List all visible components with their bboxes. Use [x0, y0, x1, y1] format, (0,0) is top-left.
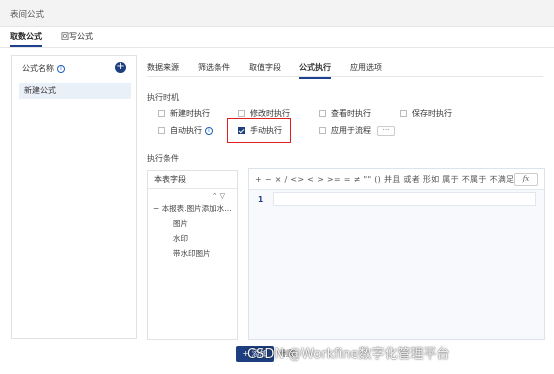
checkbox-box[interactable]: [400, 110, 407, 117]
tree-node-field[interactable]: 带水印图片: [173, 248, 211, 259]
tree-node-root[interactable]: − 本报表.图片添加水…: [153, 203, 232, 214]
checkbox-on-save[interactable]: 保存时执行: [400, 108, 452, 119]
formula-sub-tabs: 数据来源 筛选条件 取值字段 公式执行 应用选项: [147, 60, 543, 79]
tree-toggle-icon[interactable]: −: [153, 204, 159, 213]
checkbox-on-create[interactable]: 新建时执行: [158, 108, 210, 119]
checkbox-auto-exec[interactable]: 自动执行 i: [158, 125, 213, 136]
collapse-filter-controls[interactable]: ⌃▽: [212, 192, 227, 200]
more-options-button[interactable]: ···: [377, 125, 395, 136]
csdn-watermark: CSDN @Workfine数字化管理平台: [247, 347, 450, 362]
formula-input-line[interactable]: [273, 192, 536, 206]
tab-data-source[interactable]: 数据来源: [147, 62, 179, 73]
exec-condition-title: 执行条件: [147, 154, 179, 163]
line-number: 1: [258, 195, 264, 204]
add-formula-button[interactable]: +: [115, 62, 126, 73]
tab-formula-execution[interactable]: 公式执行: [299, 62, 331, 79]
formula-list-panel: 公式名称 i + 新建公式: [11, 55, 137, 339]
tab-value-fields[interactable]: 取值字段: [249, 62, 281, 73]
tab-writeback-formula[interactable]: 回写公式: [61, 31, 93, 42]
formula-editor-panel: + − × ∕ <> < > >= = ≠ "" () 并且 或者 形如 属于 …: [248, 168, 545, 340]
formula-editor[interactable]: 1: [249, 189, 544, 339]
checkbox-box[interactable]: [319, 110, 326, 117]
formula-list-title: 公式名称: [22, 64, 54, 73]
checkbox-label: 查看时执行: [331, 109, 371, 118]
tab-apply-options[interactable]: 应用选项: [350, 62, 382, 73]
checkbox-label: 保存时执行: [412, 109, 452, 118]
tree-node-label: 本报表.图片添加水…: [161, 204, 232, 213]
tree-node-field[interactable]: 水印: [173, 233, 188, 244]
checkbox-label: 自动执行: [170, 126, 202, 135]
info-icon[interactable]: i: [205, 126, 213, 135]
tab-filter-conditions[interactable]: 筛选条件: [198, 62, 230, 73]
table-fields-header: 本表字段: [148, 171, 237, 189]
checkbox-box[interactable]: [158, 127, 165, 134]
exec-timing-title: 执行时机: [147, 93, 179, 102]
operator-toolbar[interactable]: + − × ∕ <> < > >= = ≠ "" () 并且 或者 形如 属于 …: [255, 174, 514, 185]
checkbox-box[interactable]: [319, 127, 326, 134]
checkbox-box[interactable]: [238, 110, 245, 117]
function-fx-button[interactable]: fx: [514, 173, 538, 186]
formula-list-header: 公式名称 i: [22, 63, 65, 74]
table-fields-panel: 本表字段 ⌃▽ − 本报表.图片添加水… 图片 水印 带水印图片: [147, 170, 238, 340]
tree-node-field[interactable]: 图片: [173, 218, 188, 229]
info-icon[interactable]: i: [57, 64, 65, 73]
editor-gutter: 1: [249, 190, 273, 339]
formula-list-item[interactable]: 新建公式: [19, 83, 131, 99]
checkbox-label: 应用于流程: [331, 126, 371, 135]
checkbox-box[interactable]: [158, 110, 165, 117]
checkbox-on-view[interactable]: 查看时执行: [319, 108, 371, 119]
tab-fetch-formula[interactable]: 取数公式: [10, 31, 42, 47]
top-tabs: 取数公式 回写公式: [0, 27, 554, 48]
highlight-annotation-box: [227, 118, 291, 143]
dialog-title: 表间公式: [10, 10, 45, 20]
checkbox-apply-to-flow[interactable]: 应用于流程 ···: [319, 125, 395, 136]
dialog-titlebar: 表间公式: [0, 0, 554, 27]
plus-icon: +: [116, 61, 125, 72]
checkbox-label: 新建时执行: [170, 109, 210, 118]
